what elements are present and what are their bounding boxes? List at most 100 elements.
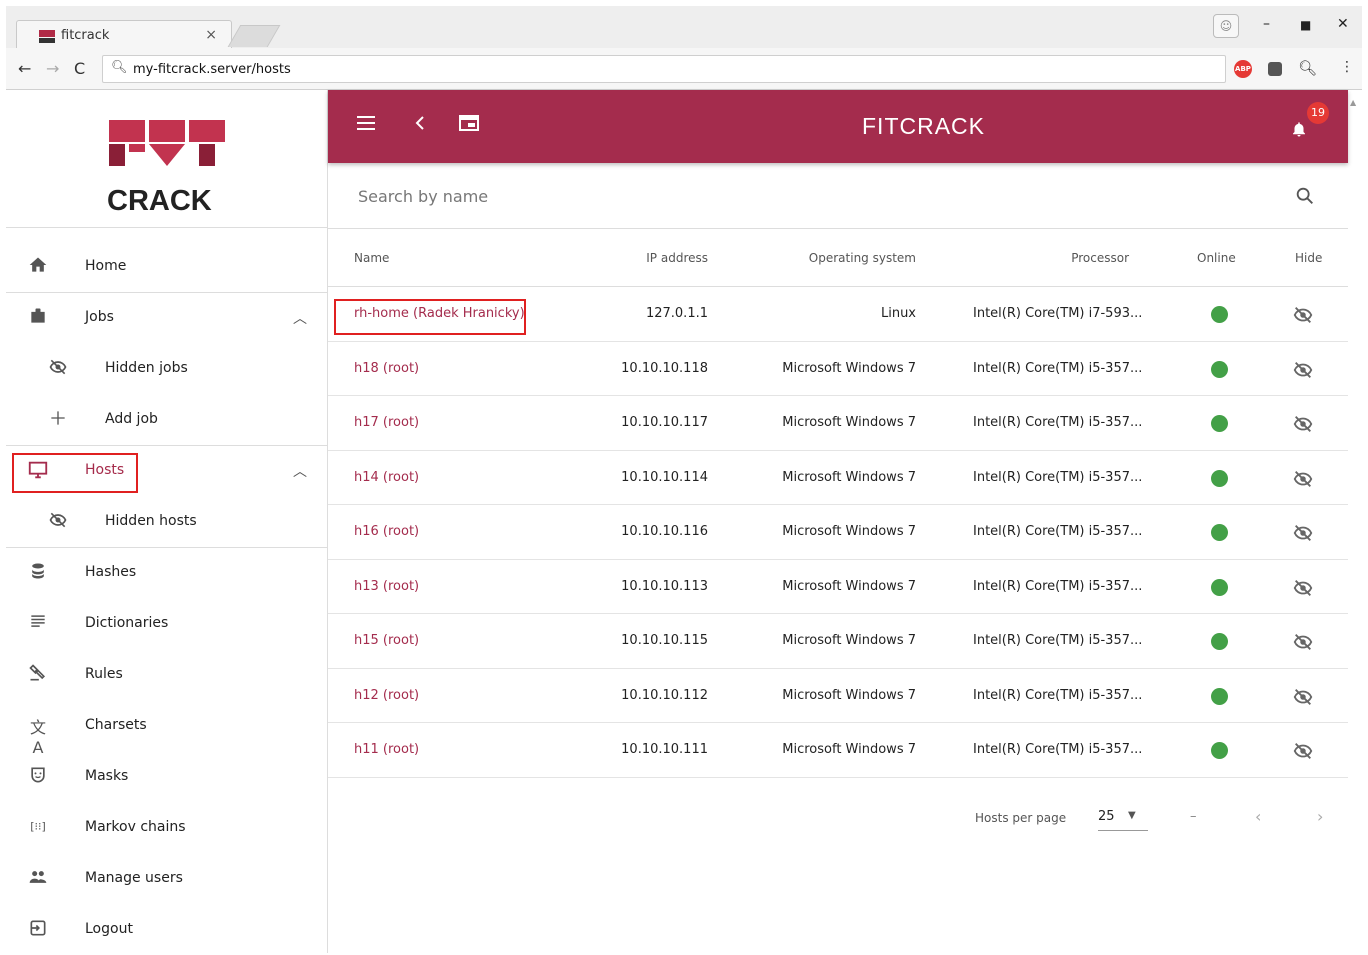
online-status-dot <box>1211 687 1228 705</box>
chevron-up-icon[interactable]: ︿ <box>293 308 307 328</box>
main-content: FITCRACK 19 Name IP address Operating sy… <box>328 90 1348 953</box>
page-range: – <box>1190 809 1197 824</box>
sidebar-item-label: Add job <box>105 411 158 427</box>
adblock-icon[interactable]: ABP <box>1234 60 1252 78</box>
eye-off-icon[interactable] <box>1292 522 1314 544</box>
list-icon <box>26 612 50 634</box>
sidebar-item-hashes[interactable]: Hashes <box>6 547 327 598</box>
eye-off-icon[interactable] <box>1292 577 1314 599</box>
host-name-link[interactable]: h15 (root) <box>354 633 419 648</box>
highlight-box <box>334 299 526 335</box>
host-name-link[interactable]: h17 (root) <box>354 415 419 430</box>
table-row: h14 (root) 10.10.10.114 Microsoft Windows … <box>328 451 1348 505</box>
sidebar-item-manage-users[interactable]: Manage users <box>6 853 327 904</box>
host-name-link[interactable]: h18 (root) <box>354 361 419 376</box>
minimize-icon[interactable]: – <box>1263 16 1270 32</box>
browser-tab[interactable]: fitcrack × <box>16 20 232 50</box>
menu-kebab-icon[interactable]: ⋮ <box>1340 59 1354 75</box>
eye-off-icon[interactable] <box>1292 686 1314 708</box>
host-name-link[interactable]: h13 (root) <box>354 579 419 594</box>
table-row: h12 (root) 10.10.10.112 Microsoft Windows … <box>328 669 1348 723</box>
host-os: Linux <box>880 306 916 321</box>
url-text: my-fitcrack.server/hosts <box>133 62 291 77</box>
search-icon[interactable] <box>1294 185 1316 207</box>
host-ip: 10.10.10.117 <box>621 415 708 430</box>
tab-title: fitcrack <box>61 28 110 43</box>
fullscreen-icon[interactable] <box>458 114 480 137</box>
profile-icon[interactable]: ☺ <box>1213 14 1239 38</box>
host-ip: 10.10.10.115 <box>621 633 708 648</box>
sidebar-item-masks[interactable]: Masks <box>6 751 327 802</box>
address-bar[interactable]: 🔍︎ my-fitcrack.server/hosts <box>102 55 1226 83</box>
sidebar-item-hidden-jobs[interactable]: Hidden jobs <box>6 343 327 394</box>
sidebar-item-jobs[interactable]: Jobs ︿ <box>6 292 327 343</box>
host-name-link[interactable]: h12 (root) <box>354 688 419 703</box>
back-icon[interactable]: ← <box>18 59 31 78</box>
menu-icon[interactable] <box>356 114 376 137</box>
per-page-select[interactable]: 25 ▼ <box>1098 809 1148 831</box>
bell-icon[interactable] <box>1290 120 1308 138</box>
eye-off-icon[interactable] <box>1292 304 1314 326</box>
chevron-up-icon[interactable]: ︿ <box>293 461 307 481</box>
sidebar-item-hidden-hosts[interactable]: Hidden hosts <box>6 496 327 547</box>
extension-icon[interactable] <box>1268 62 1282 76</box>
eye-off-icon[interactable] <box>1292 740 1314 762</box>
sidebar-item-home[interactable]: Home <box>6 241 327 292</box>
zoom-icon[interactable]: 🔍︎ <box>1298 59 1317 77</box>
host-processor: Intel(R) Core(TM) i5-357... <box>973 415 1143 430</box>
host-name-link[interactable]: h14 (root) <box>354 470 419 485</box>
reload-icon[interactable]: C <box>74 59 85 78</box>
online-status-dot <box>1211 578 1228 596</box>
host-os: Microsoft Windows 7 <box>782 687 916 703</box>
host-processor: Intel(R) Core(TM) i5-357... <box>973 687 1143 703</box>
host-name-link[interactable]: h16 (root) <box>354 524 419 539</box>
eye-off-icon <box>46 510 70 532</box>
window-close-icon[interactable]: ✕ <box>1337 16 1349 32</box>
search-input[interactable] <box>358 181 1258 211</box>
host-os: Microsoft Windows 7 <box>782 415 916 430</box>
column-header-processor[interactable]: Processor <box>1071 251 1129 265</box>
column-header-ip[interactable]: IP address <box>646 251 708 265</box>
database-icon <box>26 561 50 583</box>
table-header: Name IP address Operating system Process… <box>328 229 1348 287</box>
sidebar-item-label: Hidden jobs <box>105 360 188 376</box>
tab-close-icon[interactable]: × <box>205 27 217 43</box>
sidebar-item-markov-chains[interactable]: [⁝⁝] Markov chains <box>6 802 327 853</box>
prev-page-icon[interactable]: ‹ <box>1255 807 1261 826</box>
tab-bar: fitcrack × ☺ – ■ ✕ <box>6 6 1362 50</box>
eye-off-icon[interactable] <box>1292 359 1314 381</box>
eye-off-icon[interactable] <box>1292 631 1314 653</box>
highlight-box <box>12 453 138 493</box>
next-page-icon[interactable]: › <box>1317 807 1323 826</box>
maximize-icon[interactable]: ■ <box>1300 18 1311 32</box>
browser-window: fitcrack × ☺ – ■ ✕ ← → C 🔍︎ my-fitcrack.… <box>6 6 1362 953</box>
host-ip: 10.10.10.118 <box>621 360 708 376</box>
host-ip: 10.10.10.111 <box>621 742 708 757</box>
sidebar-item-add-job[interactable]: Add job <box>6 394 327 445</box>
host-processor: Intel(R) Core(TM) i5-357... <box>973 360 1143 376</box>
host-os: Microsoft Windows 7 <box>782 742 916 757</box>
eye-off-icon[interactable] <box>1292 413 1314 435</box>
per-page-label: Hosts per page <box>975 811 1067 825</box>
forward-icon[interactable]: → <box>46 59 59 78</box>
sidebar-item-logout[interactable]: Logout <box>6 904 327 955</box>
host-ip: 127.0.1.1 <box>645 306 708 321</box>
column-header-name[interactable]: Name <box>354 251 389 265</box>
logo-mark-icon <box>109 120 225 166</box>
column-header-online: Online <box>1197 251 1236 265</box>
online-status-dot <box>1211 524 1228 541</box>
host-processor: Intel(R) Core(TM) i5-357... <box>973 578 1143 594</box>
sidebar-item-charsets[interactable]: 文A Charsets <box>6 700 327 757</box>
scrollbar-up-arrow[interactable]: ▲ <box>1350 98 1356 107</box>
column-header-os[interactable]: Operating system <box>809 251 916 265</box>
new-tab-button[interactable] <box>227 25 281 47</box>
sidebar-item-rules[interactable]: Rules <box>6 649 327 700</box>
host-processor: Intel(R) Core(TM) i5-357... <box>973 469 1143 485</box>
host-name-link[interactable]: h11 (root) <box>354 742 419 757</box>
sidebar-item-dictionaries[interactable]: Dictionaries <box>6 598 327 649</box>
chevron-left-icon[interactable] <box>413 114 427 137</box>
eye-off-icon <box>46 357 70 379</box>
host-os: Microsoft Windows 7 <box>782 524 916 539</box>
eye-off-icon[interactable] <box>1292 468 1314 490</box>
sidebar-item-label: Jobs <box>85 309 114 325</box>
